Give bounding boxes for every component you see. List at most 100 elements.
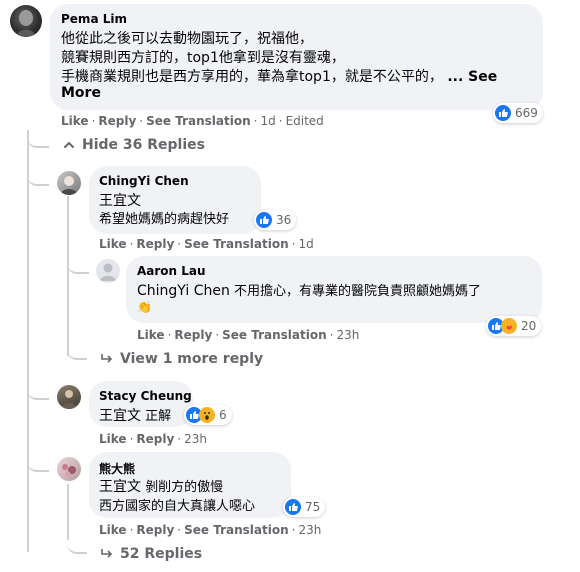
comment-mention-chingyi[interactable]: 王宜文 (99, 190, 141, 210)
see-translation-link[interactable]: See Translation (184, 523, 289, 537)
avatar-bear-image (62, 464, 76, 477)
comment-text-pema-line3: 手機商業規則也是西方享用的，華為拿top1，就是不公平的， ... See (61, 66, 497, 86)
reaction-badge-pema[interactable]: 669 (493, 103, 543, 123)
sep: · (253, 114, 258, 128)
comment-text-pema-line3-text: 手機商業規則也是西方享用的，華為拿top1，就是不公平的， (61, 69, 443, 85)
reaction-count-pema: 669 (515, 106, 538, 120)
like-link[interactable]: Like (99, 432, 127, 446)
like-link[interactable]: Like (99, 237, 127, 251)
reply-arrow-icon (101, 549, 113, 558)
avatar-stacy-cheung[interactable] (57, 385, 81, 409)
view-more-replies-button[interactable]: View 1 more reply (100, 351, 263, 367)
sep: · (129, 237, 134, 251)
edited-label[interactable]: Edited (286, 114, 324, 128)
reaction-count-stacy: 6 (219, 408, 227, 422)
comment-author-pema[interactable]: Pema Lim (61, 12, 127, 26)
like-reaction-icon (495, 105, 511, 121)
reply-link[interactable]: Reply (174, 328, 212, 342)
like-link[interactable]: Like (99, 523, 127, 537)
sep: · (291, 523, 296, 537)
sep: · (291, 237, 296, 251)
sep: · (129, 432, 134, 446)
avatar-pema-lim[interactable] (10, 5, 42, 37)
mention-wang-yiwen[interactable]: 王宜文 (99, 479, 141, 495)
chevron-up-icon (64, 141, 74, 148)
sep: · (177, 523, 182, 537)
reaction-count-aaron: 20 (521, 319, 537, 333)
comment-text-stacy: 王宜文 正解 (99, 405, 171, 425)
sep: · (329, 328, 334, 342)
like-link[interactable]: Like (61, 114, 89, 128)
sep: · (167, 328, 172, 342)
thread-connector-52 (67, 540, 87, 554)
avatar-chingyi-chen[interactable] (57, 171, 81, 195)
like-link[interactable]: Like (137, 328, 165, 342)
timestamp[interactable]: 23h (298, 523, 321, 537)
comment-actions-bear: Like · Reply · See Translation · 23h (99, 523, 321, 537)
reaction-count-chingyi: 36 (276, 213, 292, 227)
view-more-replies-label: View 1 more reply (120, 351, 264, 367)
care-reaction-icon (501, 318, 517, 334)
comment-actions-pema: Like · Reply · See Translation · 1d · Edited (61, 114, 324, 128)
sep: · (278, 114, 283, 128)
sep: · (215, 328, 220, 342)
timestamp[interactable]: 23h (336, 328, 359, 342)
reaction-badge-aaron[interactable]: 20 (486, 316, 542, 336)
comment-actions-stacy: Like · Reply · 23h (99, 432, 207, 446)
mention-wang-yiwen[interactable]: 王宜文 (99, 408, 141, 424)
view-replies-button[interactable]: 52 Replies (100, 546, 202, 562)
like-reaction-icon (256, 212, 272, 228)
like-reaction-icon (285, 499, 301, 515)
thread-connector-stacy (27, 384, 49, 400)
hide-replies-label: Hide 36 Replies (82, 137, 205, 153)
comment-text-bear-line2: 西方國家的自大真讓人噁心 (99, 499, 256, 514)
see-more-link[interactable]: ... See (447, 69, 497, 85)
see-translation-link[interactable]: See Translation (222, 328, 327, 342)
thread-connector-chingyi (27, 170, 49, 186)
reaction-badge-bear[interactable]: 75 (283, 497, 326, 517)
reply-link[interactable]: Reply (136, 523, 174, 537)
see-translation-link[interactable]: See Translation (146, 114, 251, 128)
hide-replies-button[interactable]: Hide 36 Replies (62, 137, 205, 153)
timestamp[interactable]: 23h (184, 432, 207, 446)
timestamp[interactable]: 1d (298, 237, 313, 251)
see-translation-link[interactable]: See Translation (184, 237, 289, 251)
reaction-badge-chingyi[interactable]: 36 (254, 210, 297, 230)
avatar-aaron-lau[interactable] (96, 259, 120, 283)
comment-text-pema-line2: 競賽規則西方訂的，top1他拿到是沒有靈魂， (61, 50, 345, 66)
reply-link[interactable]: Reply (98, 114, 136, 128)
comment-author-chingyi[interactable]: ChingYi Chen (99, 174, 189, 188)
view-replies-label: 52 Replies (120, 546, 203, 562)
sep: · (177, 432, 182, 446)
reply-link[interactable]: Reply (136, 237, 174, 251)
thread-line-main (27, 130, 29, 552)
comment-actions-aaron: Like · Reply · See Translation · 23h (137, 328, 359, 342)
comment-text-aaron-body: 不用擔心，有專業的醫院負責照顧她媽媽了 (229, 284, 481, 299)
thread-connector-hide (27, 134, 49, 148)
reaction-count-bear: 75 (305, 500, 321, 514)
comment-author-stacy[interactable]: Stacy Cheung (99, 389, 192, 403)
reaction-badge-stacy[interactable]: 6 (184, 405, 232, 425)
reply-link[interactable]: Reply (136, 432, 174, 446)
reply-arrow-icon (101, 354, 113, 363)
sep: · (177, 237, 182, 251)
comment-text-pema-line1: 他從此之後可以去動物園玩了，祝福他， (61, 31, 313, 47)
avatar-chingyi-image (60, 176, 78, 195)
comment-author-bear[interactable]: 熊大熊 (99, 460, 135, 477)
avatar-pema-lim-image (16, 10, 36, 37)
clapping-emoji: 👏 (137, 300, 152, 314)
comment-text-chingyi: 希望她媽媽的病趕快好 (99, 212, 230, 227)
thread-connector-bear (27, 456, 49, 472)
comment-text-bear-body: 剝削方的傲慢 (141, 480, 224, 495)
timestamp[interactable]: 1d (260, 114, 275, 128)
thread-line-chingyi (67, 196, 69, 356)
sep: · (129, 523, 134, 537)
comment-text-bear-line1: 王宜文 剝削方的傲慢 (99, 476, 223, 496)
sep: · (91, 114, 96, 128)
default-avatar-icon (100, 263, 116, 281)
see-more-link-cont[interactable]: More (61, 85, 101, 101)
wow-reaction-icon (199, 407, 215, 423)
avatar-bear[interactable] (57, 457, 81, 481)
mention-chingyi-chen[interactable]: ChingYi Chen (137, 283, 230, 299)
comment-author-aaron[interactable]: Aaron Lau (137, 264, 206, 278)
